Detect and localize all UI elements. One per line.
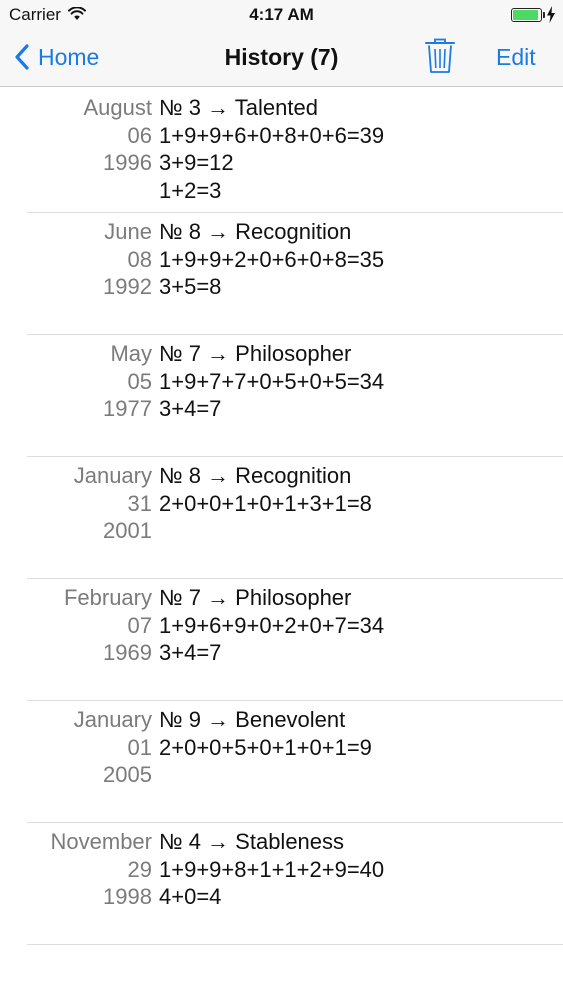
entry-date: January 31 2001 bbox=[0, 462, 152, 545]
history-entry-body: November 29 1998 № 4 → Stableness 1+9+9+8+1+… bbox=[0, 822, 563, 919]
history-entry[interactable]: August 06 1996 № 3 → Talented 1+9+9+6+0+8+0+… bbox=[0, 88, 563, 213]
battery-tip bbox=[543, 12, 545, 18]
charging-bolt-icon bbox=[547, 6, 555, 23]
entry-result: № 8 → Recognition bbox=[159, 219, 352, 244]
entry-year: 1977 bbox=[103, 396, 152, 421]
entry-calculation-line: 1+9+6+9+0+2+0+7=34 bbox=[159, 612, 385, 638]
history-entry[interactable]: November 29 1998 № 4 → Stableness 1+9+9+8+1+… bbox=[0, 822, 563, 945]
page-title: History (7) bbox=[224, 44, 339, 70]
entry-month: June bbox=[104, 219, 152, 244]
history-entry[interactable]: February 07 1969 № 7 → Philosopher 1+9+6+9+0… bbox=[0, 578, 563, 701]
entry-year: 1969 bbox=[103, 640, 152, 665]
entry-year: 2001 bbox=[103, 518, 152, 543]
entry-calculation: № 9 → Benevolent 2+0+0+5+0+1+0+1=9 bbox=[152, 706, 372, 789]
entry-month: January bbox=[73, 707, 152, 732]
entry-result: № 7 → Philosopher bbox=[159, 341, 352, 366]
entry-result: № 8 → Recognition bbox=[159, 463, 352, 488]
entry-calculation-line: 2+0+0+5+0+1+0+1=9 bbox=[159, 734, 372, 760]
entry-calculation: № 3 → Talented 1+9+9+6+0+8+0+6=39 3+9=12 1+… bbox=[152, 94, 384, 204]
entry-calculation-line: 3+4=7 bbox=[159, 640, 222, 665]
entry-date: February 07 1969 bbox=[0, 584, 152, 667]
status-bar: Carrier 4:17 AM bbox=[0, 0, 563, 30]
entry-month: February bbox=[63, 585, 152, 610]
entry-date: November 29 1998 bbox=[0, 828, 152, 911]
entry-calculation-line: 3+5=8 bbox=[159, 274, 222, 299]
history-entry-body: August 06 1996 № 3 → Talented 1+9+9+6+0+8+0+… bbox=[0, 88, 563, 212]
entry-calculation-line: 1+2=3 bbox=[159, 177, 222, 203]
entry-calculation-line: 3+9=12 bbox=[159, 150, 234, 175]
history-entry[interactable]: May 05 1977 № 7 → Philosopher 1+9+7+7+0+5+0+… bbox=[0, 334, 563, 457]
history-entry-body: May 05 1977 № 7 → Philosopher 1+9+7+7+0+5+0+… bbox=[0, 334, 563, 431]
entry-date: June 08 1992 bbox=[0, 218, 152, 301]
entry-result: № 3 → Talented bbox=[159, 95, 318, 120]
history-entry-body: February 07 1969 № 7 → Philosopher 1+9+6+9+0… bbox=[0, 578, 563, 675]
entry-year: 1996 bbox=[103, 150, 152, 175]
entry-calculation-line: 3+4=7 bbox=[159, 396, 222, 421]
entry-year: 2005 bbox=[103, 762, 152, 787]
entry-day: 01 bbox=[127, 734, 152, 760]
history-list: August 06 1996 № 3 → Talented 1+9+9+6+0+8+0+… bbox=[0, 88, 563, 945]
entry-day: 05 bbox=[127, 368, 152, 394]
trash-icon[interactable] bbox=[424, 37, 456, 75]
entry-result: № 9 → Benevolent bbox=[159, 707, 346, 732]
history-entry[interactable]: January 31 2001 № 8 → Recognition 2+0+0+1+0+… bbox=[0, 456, 563, 579]
entry-month: August bbox=[83, 95, 153, 120]
edit-button[interactable]: Edit bbox=[496, 44, 536, 71]
navigation-bar: Home History (7) Edit bbox=[0, 30, 563, 87]
entry-year: 1998 bbox=[103, 884, 152, 909]
history-entry-body: January 01 2005 № 9 → Benevolent 2+0+0+5+0+1… bbox=[0, 700, 563, 797]
entry-date: January 01 2005 bbox=[0, 706, 152, 789]
entry-day: 06 bbox=[127, 122, 152, 148]
entry-calculation-line: 2+0+0+1+0+1+3+1=8 bbox=[159, 490, 372, 516]
history-entry-body: June 08 1992 № 8 → Recognition 1+9+9+2+0+6+0… bbox=[0, 212, 563, 309]
entry-calculation-line: 4+0=4 bbox=[159, 884, 222, 909]
entry-calculation-line: 1+9+7+7+0+5+0+5=34 bbox=[159, 368, 385, 394]
entry-date: May 05 1977 bbox=[0, 340, 152, 423]
entry-year: 1992 bbox=[103, 274, 152, 299]
entry-calculation: № 7 → Philosopher 1+9+7+7+0+5+0+5=34 3+4=7 bbox=[152, 340, 384, 423]
entry-month: November bbox=[50, 829, 152, 854]
entry-month: May bbox=[110, 341, 152, 366]
entry-day: 31 bbox=[127, 490, 152, 516]
history-entry[interactable]: January 01 2005 № 9 → Benevolent 2+0+0+5+0+1… bbox=[0, 700, 563, 823]
clock: 4:17 AM bbox=[249, 5, 314, 24]
entry-calculation-line: 1+9+9+6+0+8+0+6=39 bbox=[159, 122, 385, 148]
entry-calculation-line: 1+9+9+2+0+6+0+8=35 bbox=[159, 246, 385, 272]
entry-result: № 4 → Stableness bbox=[159, 829, 345, 854]
entry-calculation-line: 1+9+9+8+1+1+2+9=40 bbox=[159, 856, 385, 882]
battery-level bbox=[513, 10, 538, 20]
entry-result: № 7 → Philosopher bbox=[159, 585, 352, 610]
history-entry[interactable]: June 08 1992 № 8 → Recognition 1+9+9+2+0+6+0… bbox=[0, 212, 563, 335]
entry-day: 07 bbox=[127, 612, 152, 638]
entry-day: 08 bbox=[127, 246, 152, 272]
entry-calculation: № 8 → Recognition 1+9+9+2+0+6+0+8=35 3+5=8 bbox=[152, 218, 384, 301]
entry-calculation: № 7 → Philosopher 1+9+6+9+0+2+0+7=34 3+4=7 bbox=[152, 584, 384, 667]
history-entry-body: January 31 2001 № 8 → Recognition 2+0+0+1+0+… bbox=[0, 456, 563, 553]
entry-day: 29 bbox=[127, 856, 152, 882]
row-separator bbox=[27, 944, 563, 945]
entry-month: January bbox=[73, 463, 152, 488]
battery-icon bbox=[511, 8, 542, 22]
entry-calculation: № 4 → Stableness 1+9+9+8+1+1+2+9=40 4+0=4 bbox=[152, 828, 384, 911]
entry-date: August 06 1996 bbox=[0, 94, 153, 204]
entry-calculation: № 8 → Recognition 2+0+0+1+0+1+3+1=8 bbox=[152, 462, 372, 545]
